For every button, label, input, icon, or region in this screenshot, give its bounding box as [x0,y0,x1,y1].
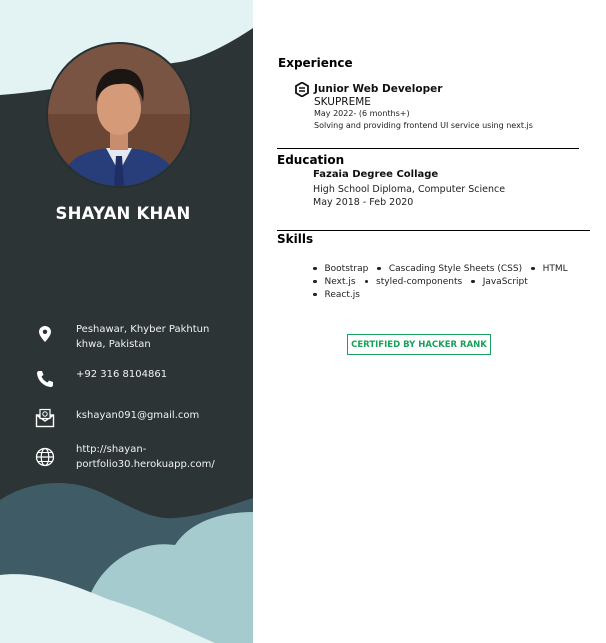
contact-phone-text: +92 316 8104861 [76,369,168,380]
profile-name: SHAYAN KHAN [55,204,191,223]
education-heading: Education [277,153,345,167]
contact-location-line2: khwa, Pakistan [76,338,151,350]
avatar [48,44,190,186]
skill-label: Next.js [324,276,356,287]
job-period: May 2022- (6 months+) [314,109,410,118]
location-icon [34,323,56,345]
skill-item: Cascading Style Sheets (CSS) [377,264,522,274]
skill-item: Bootstrap [313,264,368,274]
phone-icon [34,368,56,390]
skill-label: styled-components [376,276,463,287]
skill-item: HTML [531,264,568,274]
globe-icon [34,446,56,468]
contact-location: Peshawar, Khyber Pakhtun khwa, Pakistan [34,323,239,352]
skills-heading: Skills [277,232,314,246]
skills-list: Bootstrap Cascading Style Sheets (CSS) H… [313,262,577,301]
skill-item: styled-components [364,276,463,287]
skills-row: Bootstrap Cascading Style Sheets (CSS) H… [313,262,577,275]
skill-label: Cascading Style Sheets (CSS) [388,263,523,274]
contact-website-line2[interactable]: portfolio30.herokuapp.com/ [76,458,215,473]
contact-website: http://shayan- portfolio30.herokuapp.com… [34,443,239,472]
experience-heading: Experience [278,56,353,70]
skill-label: JavaScript [482,276,528,287]
certification-button[interactable]: CERTIFIED BY HACKER RANK [347,334,491,355]
contact-location-line1: Peshawar, Khyber Pakhtun [76,324,210,335]
skill-label: React.js [324,289,360,300]
skills-row: React.js [313,288,577,301]
skills-row: Next.js styled-components JavaScript [313,275,577,288]
email-icon [34,407,56,429]
skill-label: HTML [542,263,568,274]
profile-photo [48,44,190,186]
contact-email: kshayan091@gmail.com [34,407,239,429]
contact-email-text: kshayan091@gmail.com [76,410,200,421]
company-logo-icon [295,81,309,101]
divider [277,230,590,231]
divider [277,148,579,149]
contact-phone: +92 316 8104861 [34,368,239,390]
job-title: Junior Web Developer [314,83,443,95]
skill-item: JavaScript [471,277,528,287]
skill-label: Bootstrap [324,263,369,274]
skill-item: Next.js [313,277,356,287]
degree: High School Diploma, Computer Science [313,184,506,195]
skill-item: React.js [313,290,360,300]
company-name: SKUPREME [314,96,371,108]
job-description: Solving and providing frontend UI servic… [314,121,533,130]
school-name: Fazaia Degree Collage [313,169,439,180]
sidebar: SHAYAN KHAN Peshawar, Khyber Pakhtun khw… [0,0,253,643]
education-period: May 2018 - Feb 2020 [313,197,414,208]
contact-website-line1[interactable]: http://shayan- [76,443,215,458]
